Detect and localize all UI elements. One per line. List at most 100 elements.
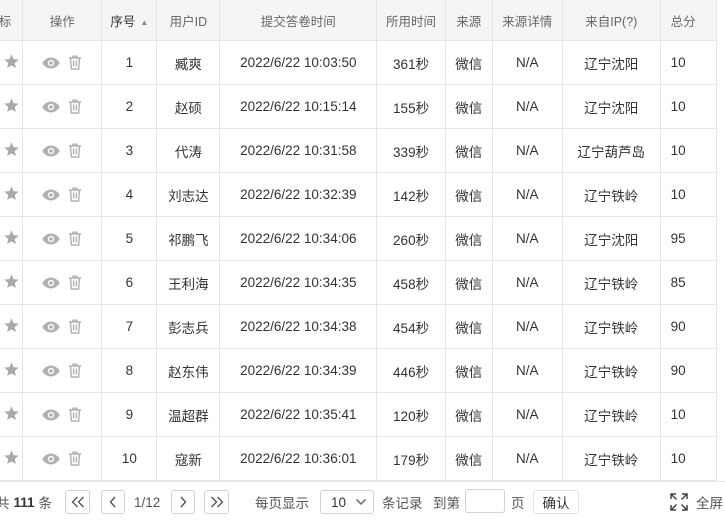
ops-cell [22,172,103,217]
ops-cell [22,304,103,349]
source-detail-cell: N/A [492,84,563,129]
star-icon[interactable] [3,405,20,422]
trash-icon[interactable] [68,407,82,422]
fullscreen-button[interactable]: 全屏 [670,482,723,522]
eye-icon[interactable] [42,365,60,377]
header-source[interactable]: 来源 [445,0,493,41]
ip-cell: 辽宁铁岭 [562,260,661,305]
submit-time-cell: 2022/6/22 10:15:14 [219,84,378,129]
ip-cell: 辽宁铁岭 [562,392,661,437]
header-seq[interactable]: 序号 ▲ [101,0,158,41]
star-icon[interactable] [3,53,20,70]
chevron-down-icon [355,498,367,506]
mark-cell [0,436,24,481]
duration-cell: 155秒 [376,84,446,129]
ops-cell [22,392,103,437]
table-row[interactable]: 4 刘志达 2022/6/22 10:32:39 142秒 微信 N/A 辽宁铁岭 10 [0,172,718,217]
table-row[interactable]: 2 赵硕 2022/6/22 10:15:14 155秒 微信 N/A 辽宁沈阳 10 [0,84,718,129]
eye-icon[interactable] [42,277,60,289]
header-submit-time[interactable]: 提交答卷时间 [219,0,378,41]
pagination-bar: 共 111 条 1/12 每页显示 10 条记录 到第 页 确认 全屏 [0,481,725,522]
next-page-button[interactable] [171,490,195,514]
mark-cell [0,128,24,173]
seq-cell: 9 [101,392,158,437]
total-count: 111 [13,494,35,510]
eye-icon[interactable] [42,101,60,113]
trash-icon[interactable] [68,55,82,70]
star-icon[interactable] [3,229,20,246]
star-icon[interactable] [3,97,20,114]
table-row[interactable]: 8 赵东伟 2022/6/22 10:34:39 446秒 微信 N/A 辽宁铁岭 90 [0,348,718,393]
source-detail-cell: N/A [492,348,563,393]
seq-cell: 4 [101,172,158,217]
duration-cell: 142秒 [376,172,446,217]
eye-icon[interactable] [42,453,60,465]
header-ip[interactable]: 来自IP(?) [562,0,661,41]
trash-icon[interactable] [68,451,82,466]
source-detail-cell: N/A [492,260,563,305]
submit-time-cell: 2022/6/22 10:32:39 [219,172,378,217]
prev-page-button[interactable] [101,490,125,514]
seq-cell: 10 [101,436,158,481]
results-table-container: 标 操作 序号 ▲ 用户ID 提交答卷时间 所用时间 来源 来源详情 来自IP(?… [0,0,725,481]
source-detail-cell: N/A [492,40,563,85]
ops-cell [22,436,103,481]
per-page-value: 10 [331,494,347,510]
trash-icon[interactable] [68,231,82,246]
submit-time-cell: 2022/6/22 10:34:39 [219,348,378,393]
table-row[interactable]: 3 代涛 2022/6/22 10:31:58 339秒 微信 N/A 辽宁葫芦岛 10 [0,128,718,173]
header-user-id[interactable]: 用户ID [156,0,221,41]
eye-icon[interactable] [42,409,60,421]
star-icon[interactable] [3,185,20,202]
submit-time-cell: 2022/6/22 10:34:38 [219,304,378,349]
trash-icon[interactable] [68,275,82,290]
table-row[interactable]: 6 王利海 2022/6/22 10:34:35 458秒 微信 N/A 辽宁铁岭 85 [0,260,718,305]
star-icon[interactable] [3,273,20,290]
per-page-select[interactable]: 10 [320,490,374,514]
header-mark: 标 [0,0,24,41]
trash-icon[interactable] [68,99,82,114]
confirm-jump-button[interactable]: 确认 [533,490,579,514]
source-cell: 微信 [445,84,493,129]
duration-cell: 260秒 [376,216,446,261]
ops-cell [22,128,103,173]
star-icon[interactable] [3,449,20,466]
source-cell: 微信 [445,40,493,85]
ip-cell: 辽宁铁岭 [562,348,661,393]
table-row[interactable]: 10 寇新 2022/6/22 10:36:01 179秒 微信 N/A 辽宁铁岭 10 [0,436,718,481]
first-page-button[interactable] [65,490,90,514]
source-detail-cell: N/A [492,436,563,481]
eye-icon[interactable] [42,145,60,157]
jump-page-input[interactable] [465,489,505,513]
eye-icon[interactable] [42,233,60,245]
table-row[interactable]: 9 温超群 2022/6/22 10:35:41 120秒 微信 N/A 辽宁铁岭 10 [0,392,718,437]
star-icon[interactable] [3,141,20,158]
results-table: 标 操作 序号 ▲ 用户ID 提交答卷时间 所用时间 来源 来源详情 来自IP(?… [0,0,718,481]
last-page-button[interactable] [204,490,229,514]
header-total-score[interactable]: 总分 [660,0,718,41]
seq-cell: 7 [101,304,158,349]
table-row[interactable]: 1 臧爽 2022/6/22 10:03:50 361秒 微信 N/A 辽宁沈阳 10 [0,40,718,85]
header-duration[interactable]: 所用时间 [376,0,446,41]
total-score-cell: 10 [660,40,718,85]
ops-cell [22,348,103,393]
table-row[interactable]: 5 祁鹏飞 2022/6/22 10:34:06 260秒 微信 N/A 辽宁沈阳 95 [0,216,718,261]
user-id-cell: 温超群 [156,392,221,437]
eye-icon[interactable] [42,189,60,201]
star-icon[interactable] [3,361,20,378]
total-records: 共 111 条 [0,482,52,522]
table-row[interactable]: 7 彭志兵 2022/6/22 10:34:38 454秒 微信 N/A 辽宁铁岭 90 [0,304,718,349]
eye-icon[interactable] [42,321,60,333]
mark-cell [0,304,24,349]
trash-icon[interactable] [68,363,82,378]
trash-icon[interactable] [68,143,82,158]
trash-icon[interactable] [68,187,82,202]
source-detail-cell: N/A [492,392,563,437]
duration-cell: 179秒 [376,436,446,481]
star-icon[interactable] [3,317,20,334]
trash-icon[interactable] [68,319,82,334]
user-id-cell: 王利海 [156,260,221,305]
header-source-detail[interactable]: 来源详情 [492,0,563,41]
eye-icon[interactable] [42,57,60,69]
header-ops: 操作 [22,0,103,41]
